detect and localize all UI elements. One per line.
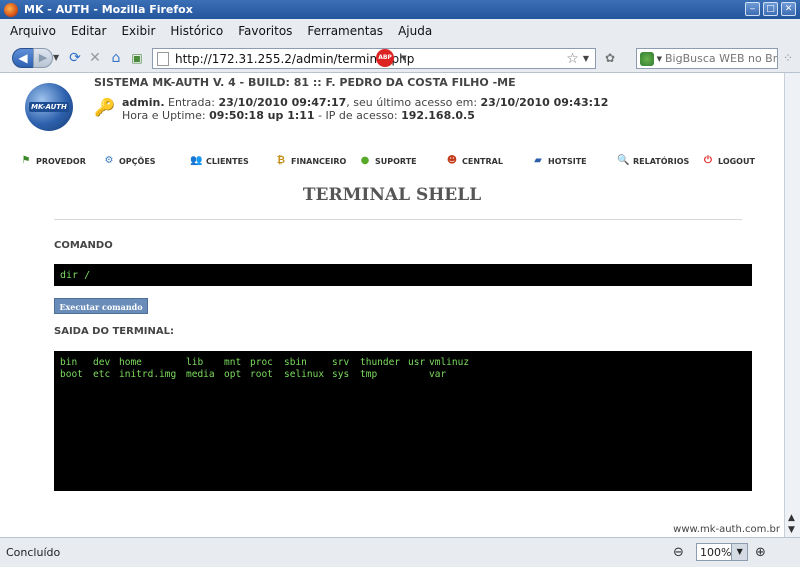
uptime-value: 09:50:18 up 1:11: [209, 109, 315, 122]
menu-exibir[interactable]: Exibir: [121, 24, 155, 38]
menu-historico[interactable]: Histórico: [170, 24, 223, 38]
zoom-dropdown-icon[interactable]: ▼: [731, 544, 747, 560]
keys-icon: 🔑: [94, 98, 116, 118]
forward-button[interactable]: ▶: [33, 48, 53, 68]
url-text[interactable]: http://172.31.255.2/admin/terminal.php: [175, 52, 566, 66]
command-label: COMANDO: [54, 240, 113, 251]
menu-arquivo[interactable]: Arquivo: [10, 24, 56, 38]
search-engine-icon[interactable]: [640, 51, 654, 66]
menu-ferramentas[interactable]: Ferramentas: [307, 24, 383, 38]
report-icon: 🔍: [617, 155, 630, 166]
search-engine-dropdown-icon[interactable]: ▼: [657, 55, 662, 63]
mk-auth-logo: MK-AUTH: [25, 83, 73, 131]
zoom-value: 100%: [700, 545, 732, 559]
bookmark-add-icon[interactable]: ▣: [129, 50, 145, 66]
nav-relatorios[interactable]: 🔍 RELATÓRIOS: [617, 155, 689, 167]
nav-hotsite[interactable]: ▰ HOTSITE: [532, 155, 586, 167]
back-button[interactable]: ◀: [12, 48, 34, 68]
firefox-icon: [4, 2, 18, 17]
page-icon: [157, 51, 169, 66]
nav-logout[interactable]: ⏻ LOGOUT: [702, 155, 755, 167]
addon-icon[interactable]: ✿: [602, 50, 618, 66]
search-bar[interactable]: ▼: [636, 48, 778, 69]
url-dropdown-icon[interactable]: ▼: [583, 54, 589, 63]
footer-link[interactable]: www.mk-auth.com.br: [673, 524, 780, 535]
entry-time: 23/10/2010 09:47:17: [218, 96, 347, 109]
person-icon: ☻: [446, 155, 458, 166]
nav-financeiro[interactable]: ₿ FINANCEIRO: [275, 155, 346, 167]
hotsite-icon: ▰: [534, 155, 542, 166]
command-input[interactable]: [54, 264, 752, 286]
window-titlebar: MK - AUTH - Mozilla Firefox ‒ □ ✕: [0, 0, 800, 19]
status-text: Concluído: [6, 546, 61, 559]
minimize-button[interactable]: ‒: [745, 2, 760, 16]
scroll-up-icon[interactable]: ▲: [788, 513, 795, 523]
menu-favoritos[interactable]: Favoritos: [238, 24, 292, 38]
terminal-output: bin dev home lib mnt proc sbin srv thund…: [54, 351, 752, 491]
nav-clientes[interactable]: 👥 CLIENTES: [190, 155, 249, 167]
throbber-icon: ⁘: [782, 51, 794, 65]
star-icon[interactable]: ☆: [566, 51, 579, 67]
divider: [54, 219, 742, 220]
last-access-time: 23/10/2010 09:43:12: [480, 96, 609, 109]
logo-text: MK-AUTH: [29, 102, 69, 112]
home-icon[interactable]: ⌂: [108, 50, 124, 66]
adblock-icon[interactable]: ABP: [376, 49, 394, 67]
search-input[interactable]: [665, 52, 777, 65]
users-icon: 👥: [190, 155, 203, 166]
zoom-out-icon[interactable]: ⊖: [673, 545, 684, 560]
logout-icon: ⏻: [704, 155, 712, 166]
menu-ajuda[interactable]: Ajuda: [398, 24, 432, 38]
stop-icon[interactable]: ✕: [87, 50, 103, 66]
uptime-info: Hora e Uptime: 09:50:18 up 1:11 - IP de …: [122, 109, 475, 122]
history-dropdown-icon[interactable]: ▼: [53, 53, 61, 73]
nav-provedor[interactable]: ⚑ PROVEDOR: [20, 155, 86, 167]
menu-editar[interactable]: Editar: [71, 24, 107, 38]
system-line: SISTEMA MK-AUTH V. 4 - BUILD: 81 :: F. P…: [94, 76, 516, 89]
close-button[interactable]: ✕: [781, 2, 796, 16]
page-scrollbar[interactable]: ▲ ▼: [784, 73, 800, 537]
session-info: admin. Entrada: 23/10/2010 09:47:17, seu…: [122, 96, 609, 109]
url-bar[interactable]: http://172.31.255.2/admin/terminal.php ☆…: [152, 48, 596, 69]
menubar: Arquivo Editar Exibir Histórico Favorito…: [0, 19, 800, 43]
page-title: TERMINAL SHELL: [302, 185, 482, 205]
zoom-select[interactable]: 100% ▼: [696, 543, 748, 561]
terminal-row-2: boot etc initrd.img media opt root selin…: [60, 369, 447, 380]
nav-opcoes[interactable]: ⚙ OPÇÕES: [103, 155, 156, 167]
scroll-down-icon[interactable]: ▼: [788, 525, 795, 535]
reload-icon[interactable]: ⟳: [67, 50, 83, 66]
chat-icon: ●: [360, 155, 370, 166]
status-bar: Concluído ⊖ 100% ▼ ⊕: [0, 537, 800, 567]
execute-command-button[interactable]: Executar comando: [54, 298, 148, 314]
terminal-row-1: bin dev home lib mnt proc sbin srv thund…: [60, 357, 470, 368]
nav-suporte[interactable]: ● SUPORTE: [359, 155, 417, 167]
adblock-dropdown-icon[interactable]: ▼: [396, 50, 412, 66]
money-icon: ₿: [276, 155, 286, 166]
page-content: MK-AUTH SISTEMA MK-AUTH V. 4 - BUILD: 81…: [0, 73, 784, 537]
main-nav: ⚑ PROVEDOR ⚙ OPÇÕES 👥 CLIENTES ₿ FINANCEIRO …: [0, 153, 784, 173]
maximize-button[interactable]: □: [763, 2, 778, 16]
window-title: MK - AUTH - Mozilla Firefox: [24, 3, 193, 16]
zoom-in-icon[interactable]: ⊕: [755, 545, 766, 560]
nav-toolbar: ◀ ▶ ▼ ⟳ ✕ ⌂ ▣ http://172.31.255.2/admin/…: [0, 43, 800, 73]
username: admin.: [122, 96, 165, 109]
nav-central[interactable]: ☻ CENTRAL: [446, 155, 503, 167]
flag-icon: ⚑: [21, 155, 31, 166]
output-label: SAIDA DO TERMINAL:: [54, 326, 174, 337]
gears-icon: ⚙: [104, 155, 114, 166]
ip-value: 192.168.0.5: [401, 109, 475, 122]
